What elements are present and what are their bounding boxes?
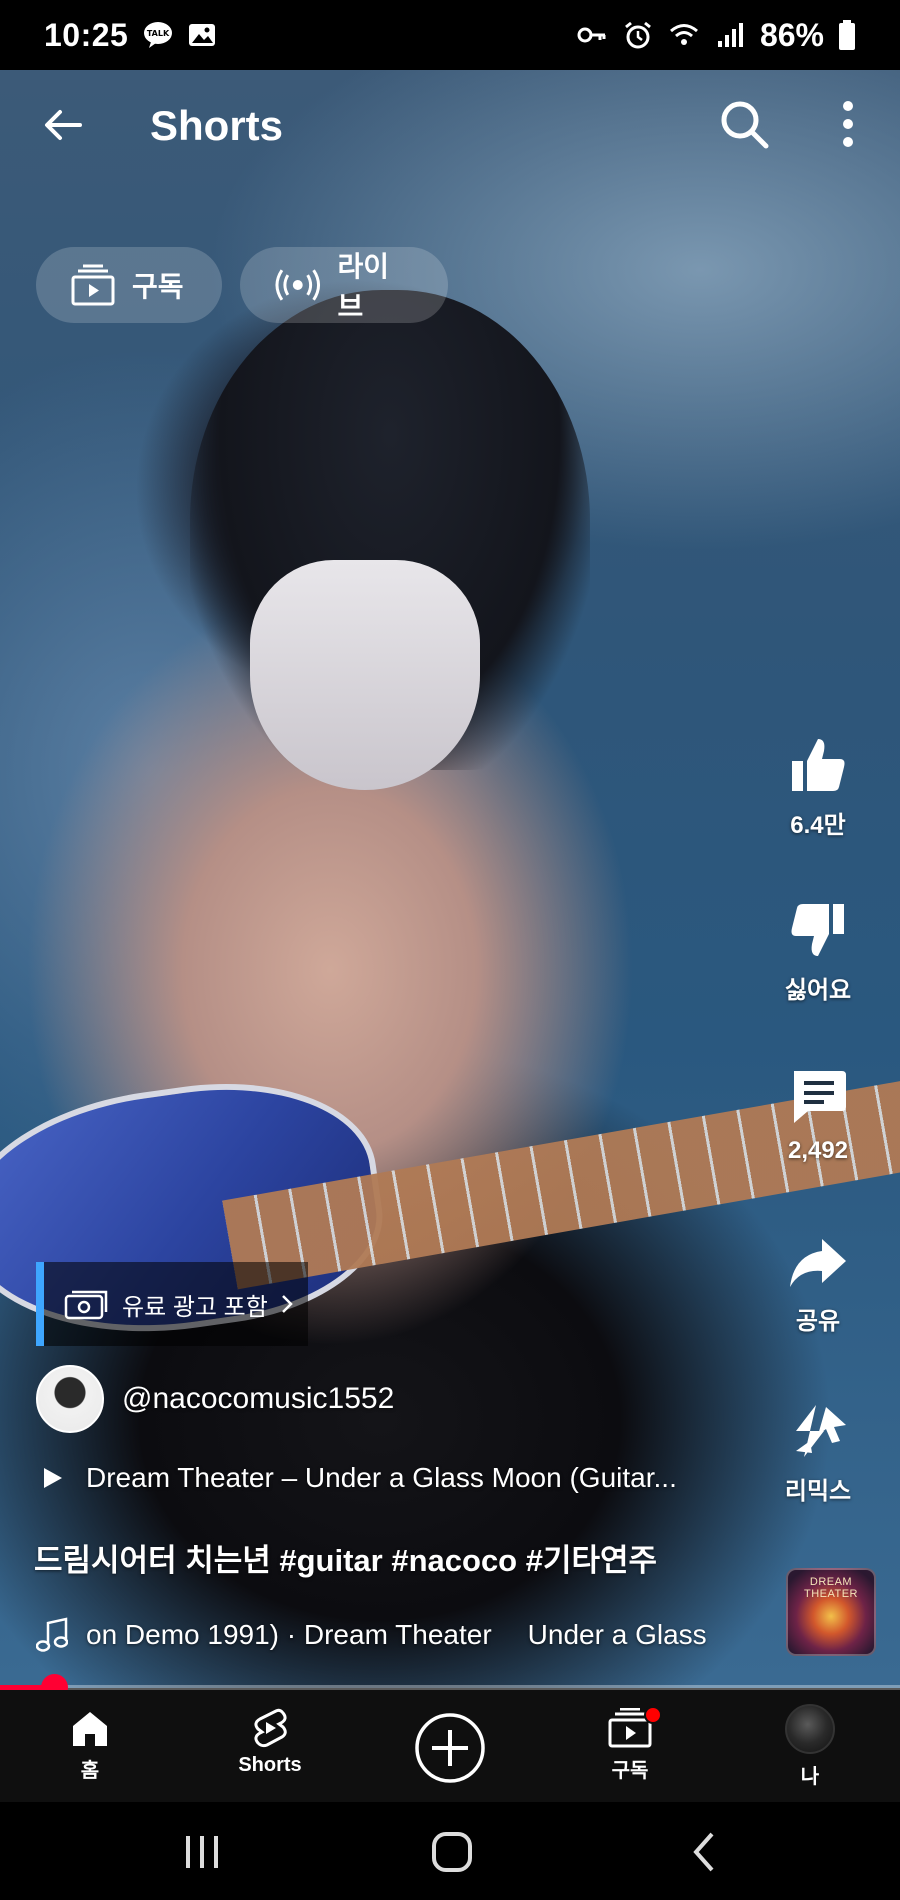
channel-avatar[interactable] — [36, 1365, 104, 1433]
shorts-icon — [254, 1708, 287, 1748]
wifi-icon — [669, 24, 698, 45]
top-bar: Shorts — [0, 70, 900, 180]
comment-count: 2,492 — [787, 1137, 849, 1164]
thumb-up-icon — [792, 739, 845, 791]
sound-track-text: on Demo 1991) · Dream Theater Under a Gl… — [86, 1619, 707, 1651]
dislike-label: 싫어요 — [784, 977, 852, 1004]
remix-button[interactable]: 리믹스 — [762, 1401, 874, 1506]
gallery-icon — [189, 24, 216, 46]
paid-promotion-label: 유료 광고 포함 — [122, 1293, 268, 1321]
status-right: 86% — [576, 17, 856, 54]
like-count: 6.4만 — [790, 812, 846, 839]
nav-shorts-label: Shorts — [238, 1754, 302, 1776]
signal-icon — [717, 23, 743, 47]
related-video-title: Dream Theater – Under a Glass Moon (Guit… — [86, 1462, 677, 1493]
sound-ticker[interactable]: on Demo 1991) · Dream Theater Under a Gl… — [36, 1617, 756, 1653]
back-button-icon[interactable] — [676, 1830, 736, 1874]
video-caption[interactable]: 드림시어터 치는년 #guitar #nacoco #기타연주 — [34, 1535, 657, 1580]
notification-dot — [644, 1706, 662, 1724]
search-icon[interactable] — [718, 98, 770, 150]
create-icon[interactable] — [414, 1712, 486, 1784]
channel-name[interactable]: @nacocomusic1552 — [122, 1382, 394, 1416]
battery-icon — [839, 20, 855, 50]
recent-apps-icon[interactable] — [172, 1830, 232, 1874]
home-icon — [73, 1712, 107, 1746]
play-icon — [44, 1468, 62, 1488]
album-thumbnail-text: DREAM THEATER — [803, 1576, 859, 1600]
page-title: Shorts — [150, 102, 284, 149]
channel-info[interactable]: @nacocomusic1552 — [36, 1365, 394, 1433]
dislike-button[interactable]: 싫어요 — [762, 900, 874, 1005]
comment-icon — [794, 1071, 846, 1123]
system-navigation — [0, 1802, 900, 1900]
related-video-link[interactable]: Dream Theater – Under a Glass Moon (Guit… — [42, 1462, 677, 1494]
chip-subscriptions-label: 구독 — [132, 271, 184, 302]
paid-promotion-tag[interactable]: 유료 광고 포함 — [36, 1262, 308, 1346]
live-icon — [275, 269, 321, 301]
remix-label: 리믹스 — [784, 1478, 852, 1505]
nav-subscriptions-label: 구독 — [611, 1760, 649, 1782]
talk-icon: TALK — [144, 22, 173, 48]
chevron-right-icon — [281, 1295, 293, 1313]
comments-button[interactable]: 2,492 — [762, 1067, 874, 1165]
like-button[interactable]: 6.4만 — [762, 735, 874, 840]
bottom-navigation: 홈 Shorts 구독 나 — [0, 1690, 900, 1802]
home-button-icon[interactable] — [422, 1830, 482, 1874]
video-subject-mask — [250, 560, 480, 790]
chip-subscriptions[interactable]: 구독 — [36, 247, 222, 323]
remix-icon — [796, 1405, 846, 1457]
music-note-icon — [36, 1617, 68, 1652]
nav-home[interactable]: 홈 — [0, 1690, 180, 1802]
thumb-down-icon — [791, 904, 844, 956]
status-bar: 10:25 TALK 86% — [0, 0, 900, 70]
share-icon — [790, 1239, 846, 1287]
nav-subscriptions[interactable]: 구독 — [540, 1690, 720, 1802]
status-left-icons: TALK — [142, 19, 218, 51]
nav-you-label: 나 — [800, 1766, 820, 1788]
subscriptions-icon — [71, 264, 115, 306]
alarm-icon — [625, 21, 651, 49]
ad-badge-icon — [64, 1290, 108, 1320]
sound-text-a: on Demo 1991) · Dream Theater — [86, 1619, 492, 1650]
nav-you[interactable]: 나 — [720, 1690, 900, 1802]
share-button[interactable]: 공유 — [762, 1235, 874, 1336]
sound-album-thumbnail[interactable]: DREAM THEATER — [786, 1568, 876, 1656]
chip-live[interactable]: 라이브 — [240, 247, 448, 323]
chip-live-label: 라이브 — [337, 251, 390, 322]
back-arrow-icon[interactable] — [38, 100, 88, 150]
nav-shorts[interactable]: Shorts — [180, 1690, 360, 1802]
profile-avatar — [785, 1704, 835, 1754]
battery-percent: 86% — [759, 16, 824, 53]
status-time: 10:25 — [44, 16, 129, 53]
nav-home-label: 홈 — [80, 1760, 100, 1782]
svg-text:TALK: TALK — [147, 29, 170, 38]
more-options-icon[interactable] — [828, 98, 868, 150]
share-label: 공유 — [795, 1308, 841, 1335]
sound-text-b: Under a Glass — [527, 1619, 707, 1650]
vpn-key-icon — [577, 27, 606, 43]
